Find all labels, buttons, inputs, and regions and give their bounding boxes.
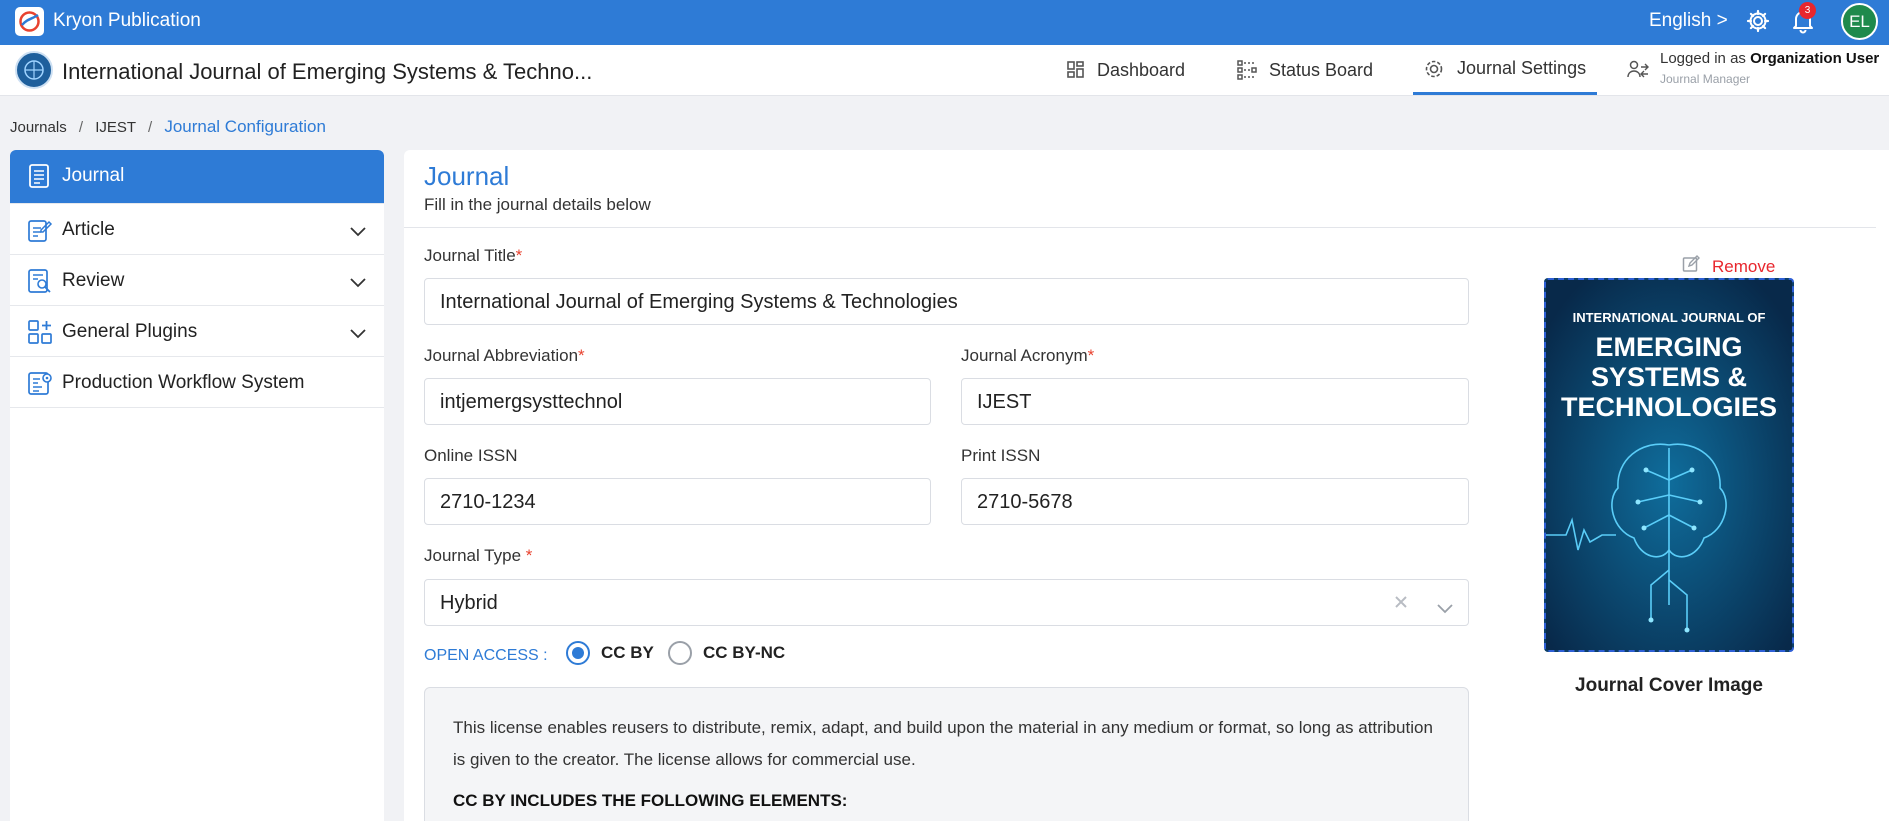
plugins-icon	[27, 319, 53, 351]
notification-count-badge: 3	[1799, 2, 1816, 19]
journal-type-value: Hybrid	[440, 592, 498, 614]
license-description: This license enables reusers to distribu…	[453, 718, 1433, 769]
journal-title-input[interactable]: International Journal of Emerging System…	[424, 278, 1469, 325]
breadcrumb-separator: /	[78, 119, 84, 136]
settings-gear-icon	[1425, 60, 1443, 77]
chevron-down-icon[interactable]	[350, 272, 366, 294]
logged-in-prefix: Logged in as	[1660, 50, 1746, 67]
nav-journal-settings-label: Journal Settings	[1457, 58, 1587, 78]
edit-icon[interactable]	[1682, 255, 1700, 278]
license-radio-cc-by[interactable]: CC BY	[566, 641, 654, 665]
nav-dashboard[interactable]: Dashboard	[1066, 45, 1185, 95]
chevron-down-icon[interactable]	[350, 221, 366, 243]
breadcrumb-ijest[interactable]: IJEST	[95, 119, 136, 136]
form-subtitle: Fill in the journal details below	[424, 195, 651, 214]
top-app-bar: Kryon Publication English > 3 EL	[0, 0, 1889, 45]
acronym-input[interactable]: IJEST	[961, 378, 1469, 425]
logged-in-user: Organization User	[1750, 50, 1880, 67]
required-mark: *	[1087, 346, 1095, 365]
required-mark: *	[578, 346, 585, 365]
journal-type-select[interactable]: Hybrid	[424, 579, 1469, 626]
clear-icon[interactable]	[1393, 593, 1409, 616]
license-info-box: This license enables reusers to distribu…	[424, 687, 1469, 821]
radio-unselected-icon[interactable]	[668, 641, 692, 665]
required-mark: *	[515, 246, 523, 265]
sidebar-item-label: Review	[62, 270, 125, 291]
acronym-label: Journal Acronym*	[961, 346, 1094, 366]
sidebar-item-label: Production Workflow System	[62, 372, 305, 393]
label-text: Journal Title	[424, 246, 516, 265]
abbreviation-label: Journal Abbreviation*	[424, 346, 585, 366]
chevron-down-icon[interactable]	[350, 323, 366, 345]
app-logo-icon[interactable]	[15, 7, 44, 36]
cover-actions: Remove	[1682, 255, 1775, 278]
sidebar-item-label: Article	[62, 219, 115, 240]
cover-line-3: SYSTEMS &	[1591, 362, 1747, 392]
form-title: Journal	[424, 161, 510, 191]
workflow-icon	[27, 370, 53, 402]
status-board-icon	[1237, 60, 1257, 80]
journal-type-label: Journal Type *	[424, 546, 532, 566]
sidebar: Journal Article Review General Plugins P…	[10, 150, 384, 821]
open-access-label: OPEN ACCESS :	[424, 647, 548, 664]
abbreviation-input[interactable]: intjemergsysttechnol	[424, 378, 931, 425]
sidebar-item-label: General Plugins	[62, 321, 198, 342]
app-name: Kryon Publication	[53, 10, 201, 31]
chevron-down-icon[interactable]	[1437, 597, 1453, 620]
logged-in-info: Logged in as Organization User Journal M…	[1660, 50, 1879, 86]
review-icon	[27, 268, 53, 300]
nav-journal-settings[interactable]: Journal Settings	[1413, 45, 1597, 95]
sidebar-item-production-workflow[interactable]: Production Workflow System	[10, 357, 384, 408]
sidebar-item-label: Journal	[62, 165, 125, 186]
license-elements-heading: CC BY INCLUDES THE FOLLOWING ELEMENTS:	[453, 791, 848, 810]
cover-line-2: EMERGING	[1595, 332, 1742, 362]
remove-cover-button[interactable]: Remove	[1712, 257, 1775, 277]
breadcrumb-journals[interactable]: Journals	[10, 119, 67, 136]
label-text: Journal Abbreviation	[424, 346, 579, 365]
article-edit-icon	[27, 217, 53, 249]
radio-label: CC BY	[601, 643, 654, 662]
breadcrumb: Journals / IJEST / Journal Configuration	[10, 117, 326, 137]
cover-line-4: TECHNOLOGIES	[1561, 392, 1777, 422]
sidebar-item-article[interactable]: Article	[10, 204, 384, 255]
user-avatar[interactable]: EL	[1841, 3, 1878, 40]
print-issn-label: Print ISSN	[961, 446, 1041, 465]
radio-selected-icon[interactable]	[566, 641, 590, 665]
sidebar-item-journal[interactable]: Journal	[10, 150, 384, 204]
journal-logo-icon	[15, 51, 53, 89]
required-mark: *	[525, 546, 533, 565]
cover-line-1: INTERNATIONAL JOURNAL OF	[1573, 310, 1766, 325]
nav-status-board-label: Status Board	[1269, 59, 1374, 80]
journal-icon	[27, 163, 51, 195]
user-role: Journal Manager	[1660, 72, 1751, 86]
nav-dashboard-label: Dashboard	[1097, 59, 1186, 80]
online-issn-input[interactable]: 2710-1234	[424, 478, 931, 525]
label-text: Journal Type	[424, 546, 522, 565]
sidebar-item-general-plugins[interactable]: General Plugins	[10, 306, 384, 357]
divider	[404, 227, 1876, 228]
dashboard-icon	[1067, 61, 1084, 78]
sidebar-item-review[interactable]: Review	[10, 255, 384, 306]
nav-status-board[interactable]: Status Board	[1236, 45, 1373, 95]
journal-header: International Journal of Emerging System…	[0, 45, 1889, 96]
journal-title-label: Journal Title*	[424, 246, 522, 266]
breadcrumb-separator: /	[147, 119, 153, 136]
settings-gear-icon[interactable]	[1746, 9, 1770, 38]
journal-title: International Journal of Emerging System…	[62, 59, 593, 84]
user-switch-icon	[1626, 58, 1650, 87]
license-radio-cc-by-nc[interactable]: CC BY-NC	[668, 641, 785, 665]
language-selector[interactable]: English >	[1649, 10, 1728, 32]
cover-caption: Journal Cover Image	[1575, 675, 1763, 696]
journal-form-panel: Journal Fill in the journal details belo…	[404, 150, 1889, 821]
online-issn-label: Online ISSN	[424, 446, 518, 465]
breadcrumb-current: Journal Configuration	[164, 117, 326, 136]
label-text: Journal Acronym	[961, 346, 1088, 365]
print-issn-input[interactable]: 2710-5678	[961, 478, 1469, 525]
radio-label: CC BY-NC	[703, 643, 786, 662]
journal-cover-image[interactable]: INTERNATIONAL JOURNAL OF EMERGING SYSTEM…	[1544, 278, 1794, 652]
